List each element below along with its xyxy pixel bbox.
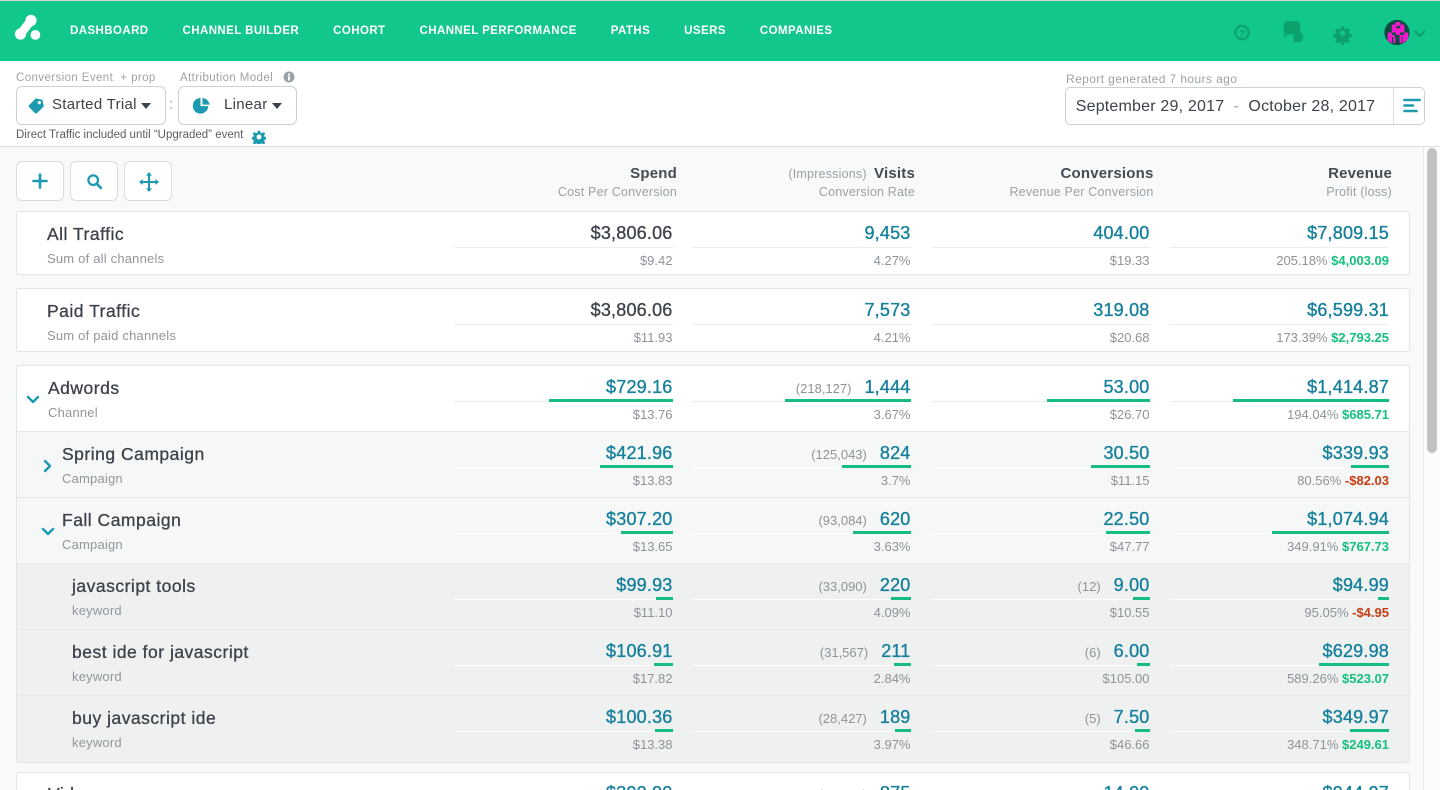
svg-text:?: ? — [1239, 28, 1245, 40]
